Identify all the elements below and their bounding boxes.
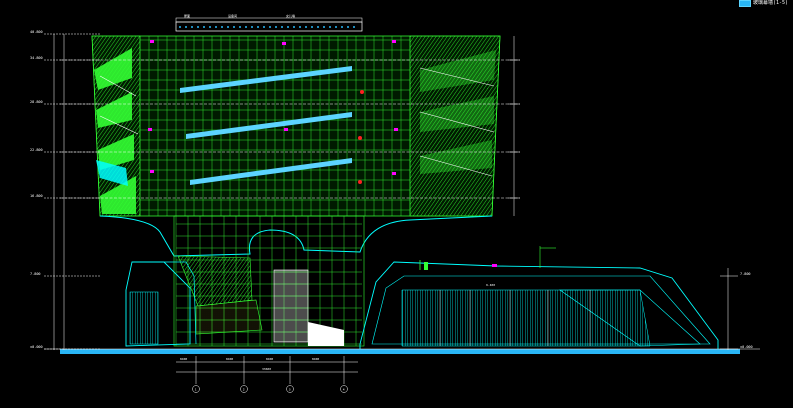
- level-label: 40.800: [30, 30, 43, 34]
- level-label: 34.800: [30, 56, 43, 60]
- left-level-markers: 40.800 34.800 28.800 22.800 16.800 7.800 ±0.00…: [30, 30, 100, 350]
- level-label: ±0.000: [740, 345, 753, 349]
- segment-dim: 8400: [180, 357, 187, 361]
- ground-line: [44, 348, 760, 354]
- level-label: 7.800: [740, 272, 751, 276]
- level-label: 22.800: [30, 148, 43, 152]
- axis-label: 2: [243, 388, 245, 392]
- level-label: 16.800: [30, 194, 43, 198]
- segment-dim: 8400: [226, 357, 233, 361]
- upper-facade: [60, 35, 520, 217]
- level-label: ±0.000: [30, 345, 43, 349]
- segment-dim: 8400: [312, 357, 319, 361]
- total-dim: 33600: [262, 367, 271, 371]
- level-label: 28.800: [30, 100, 43, 104]
- axis-label: 3: [289, 388, 291, 392]
- legend: 玻璃幕墙(1-5): [739, 0, 793, 7]
- elevation-drawing: 屋面 设备间 女儿墙 9.400 40.80034.80028.80022.80…: [30, 13, 760, 393]
- axis-label: 1: [195, 388, 197, 392]
- segment-dim: 8400: [266, 357, 273, 361]
- podium-level-tag: 9.400: [486, 283, 495, 287]
- roof-tag: 屋面: [184, 13, 190, 18]
- axis-label: 4: [343, 388, 345, 392]
- roof-tag: 女儿墙: [286, 13, 295, 18]
- legend-label: 玻璃幕墙(1-5): [753, 0, 789, 6]
- roof-equipment: 屋面 设备间 女儿墙: [175, 13, 363, 32]
- level-label: 7.800: [30, 272, 41, 276]
- legend-swatch: [739, 0, 751, 7]
- roof-tag: 设备间: [228, 13, 237, 18]
- bottom-dimensions: 1 2 3 4 8400 8400 8400 8400 33600: [176, 356, 358, 393]
- right-podium: 9.400: [359, 246, 719, 351]
